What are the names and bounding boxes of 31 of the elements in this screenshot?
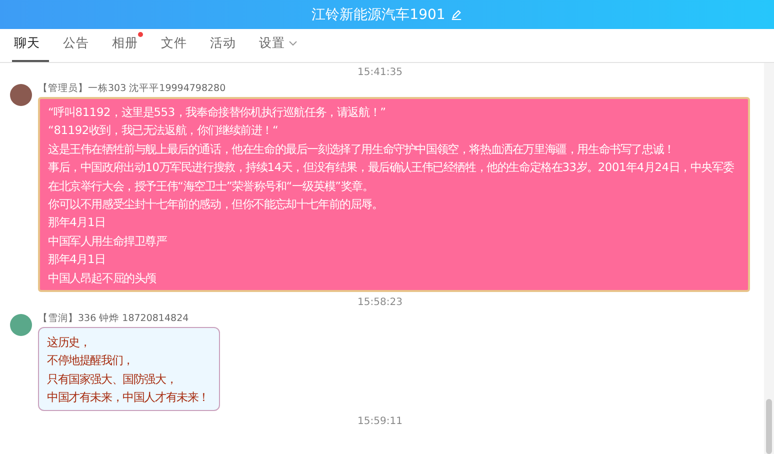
- window-title: 江铃新能源汽车1901: [312, 6, 446, 24]
- avatar[interactable]: [10, 84, 32, 106]
- timestamp: 15:41:35: [356, 66, 404, 80]
- message-text: 你可以不用感受尘封十七年前的感动，但你不能忘却十七年前的屈辱。: [48, 196, 384, 214]
- avatar[interactable]: [10, 314, 32, 336]
- tab[interactable]: 设置: [257, 35, 306, 62]
- message-text: 中国军人用生命捍卫尊严: [48, 232, 168, 250]
- tab[interactable]: 公告: [61, 35, 98, 62]
- tab[interactable]: 文件: [159, 35, 196, 62]
- message-text: 中国人昂起不屈的头颅: [48, 270, 158, 287]
- tab[interactable]: 聊天: [12, 35, 49, 62]
- timestamp: 15:58:23: [356, 296, 404, 310]
- timestamp: 15:59:11: [356, 414, 404, 429]
- scrollbar-thumb[interactable]: [766, 399, 772, 454]
- caret-icon: [289, 41, 297, 46]
- message-text: 这是王伟在牺牲前与舰上最后的通话，他在生命的最后一刻选择了用生命守护中国领空，将热血洒在万里海疆，用生命书写了忠诚！: [48, 140, 676, 158]
- message-text: “呼叫81192，这里是553，我奉命接替你机执行巡航任务，请返航！”: [48, 104, 387, 121]
- message-text: 那年4月1日: [48, 214, 106, 232]
- edit-icon[interactable]: [451, 9, 462, 20]
- scrollbar[interactable]: [764, 63, 774, 454]
- message-text: 事后，中国政府出动10万军民进行搜救，持续14天，但没有结果，最后确认王伟已经牺牲，他的生命定格在33岁。2001年4月24日，中央军委在北京举行大会，授予王伟“海空卫士”荣誉称号和“一级英模”奖章。: [48, 159, 735, 195]
- message-text: “81192收到，我已无法返航，你们继续前进！“: [48, 122, 280, 140]
- tab[interactable]: 相册: [110, 35, 147, 62]
- sender-name: 【雪润】336 钟烨 18720814824: [38, 312, 190, 326]
- tab[interactable]: 活动: [208, 35, 245, 62]
- sender-name: 【管理员】一栋303 沈平平19994798280: [38, 82, 227, 95]
- message-text: 不停地提醒我们，: [47, 352, 134, 370]
- message-text: 那年4月1日: [48, 251, 106, 268]
- message-text: 这历史，: [47, 334, 92, 352]
- message-text: 只有国家强大、国防强大，: [47, 370, 178, 388]
- message-text: 中国才有未来，中国人才有未来！: [47, 389, 210, 406]
